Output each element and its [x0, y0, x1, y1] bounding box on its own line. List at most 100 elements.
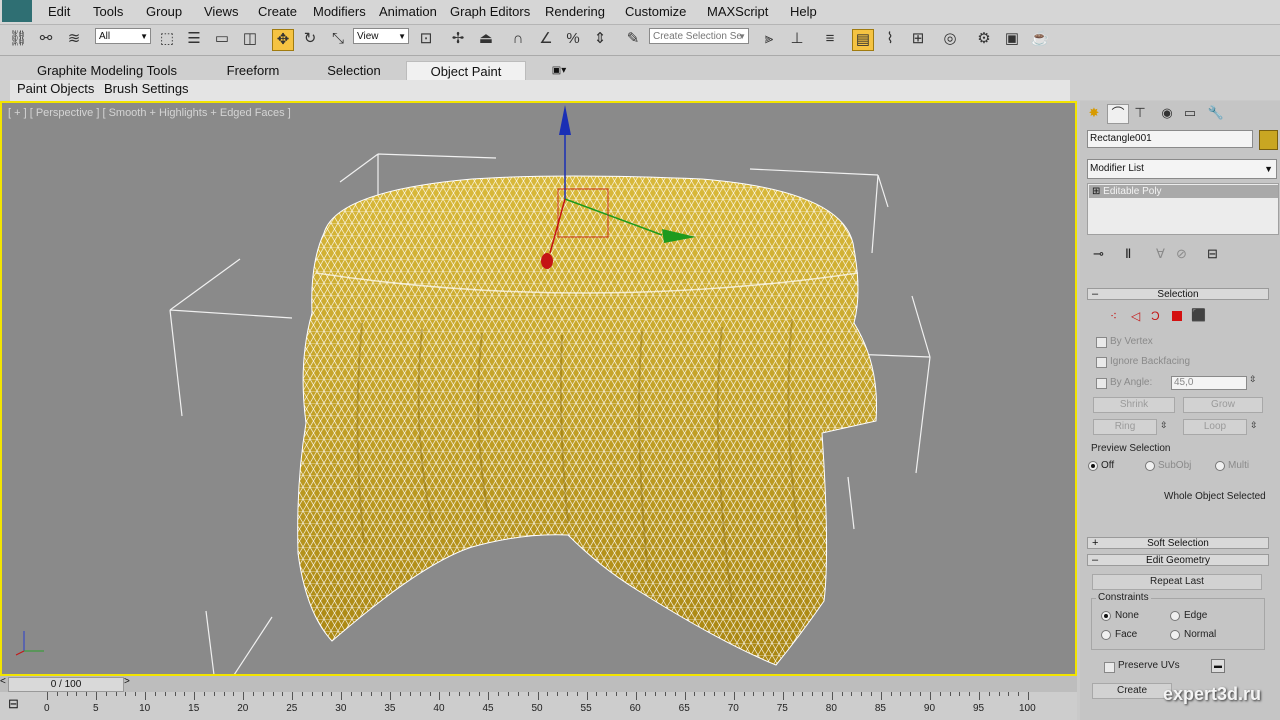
percent-snap-icon[interactable]: %: [563, 29, 583, 49]
loop-spinner-icon[interactable]: ⇳: [1250, 420, 1258, 431]
border-mode-icon[interactable]: Ɔ: [1151, 309, 1160, 323]
edit-named-selection-icon[interactable]: ✎: [623, 29, 643, 49]
expand-icon[interactable]: ⊞: [1092, 186, 1100, 197]
modifier-list-dropdown[interactable]: Modifier List ▼: [1087, 159, 1277, 179]
menu-views[interactable]: Views: [204, 4, 238, 19]
utilities-panel-icon[interactable]: 🔧: [1206, 104, 1226, 122]
menu-graph-editors[interactable]: Graph Editors: [450, 4, 530, 19]
curve-editor-icon[interactable]: ⌇: [880, 29, 900, 49]
modify-panel-icon[interactable]: ⌒: [1107, 104, 1129, 124]
subtab-paint-objects[interactable]: Paint Objects: [17, 81, 94, 96]
object-color-swatch[interactable]: [1259, 130, 1278, 150]
constraint-none-radio[interactable]: [1101, 611, 1111, 621]
prev-frame-button[interactable]: <: [0, 676, 6, 687]
subtab-brush-settings[interactable]: Brush Settings: [104, 81, 189, 96]
window-crossing-icon[interactable]: ◫: [240, 29, 260, 49]
named-selection-dropdown[interactable]: Create Selection Se ▼: [649, 28, 749, 44]
preview-subobj-radio[interactable]: [1145, 461, 1155, 471]
menu-rendering[interactable]: Rendering: [545, 4, 605, 19]
tab-freeform[interactable]: Freeform: [208, 61, 298, 81]
make-unique-icon[interactable]: ∀: [1156, 246, 1165, 262]
ignore-backfacing-checkbox[interactable]: [1096, 357, 1107, 368]
selection-rollout-header[interactable]: – Selection: [1087, 288, 1269, 300]
reference-coord-dropdown[interactable]: View ▼: [353, 28, 409, 44]
shrink-button[interactable]: Shrink: [1093, 397, 1175, 413]
menu-animation[interactable]: Animation: [379, 4, 437, 19]
spinner-arrows-icon[interactable]: ⇳: [1249, 374, 1257, 385]
show-end-result-icon[interactable]: Ⅱ: [1125, 246, 1131, 262]
menu-help[interactable]: Help: [790, 4, 817, 19]
ring-button[interactable]: Ring: [1093, 419, 1157, 435]
unlink-icon[interactable]: ⚯: [36, 29, 56, 49]
object-name-field[interactable]: Rectangle001: [1087, 130, 1253, 148]
tab-selection[interactable]: Selection: [308, 61, 400, 81]
preserve-uvs-settings-icon[interactable]: ▬: [1211, 659, 1225, 673]
mirror-icon[interactable]: ⫸: [759, 29, 779, 49]
stack-item-editable-poly[interactable]: ⊞ Editable Poly: [1089, 185, 1278, 198]
bind-space-warp-icon[interactable]: ≋: [64, 29, 84, 49]
constraint-edge-radio[interactable]: [1170, 611, 1180, 621]
time-slider-thumb[interactable]: 0 / 100: [8, 677, 124, 692]
rectangular-selection-icon[interactable]: ▭: [212, 29, 232, 49]
edge-mode-icon[interactable]: ◁: [1131, 309, 1140, 323]
keyboard-shortcut-override-icon[interactable]: ⏏: [476, 29, 496, 49]
configure-modifier-sets-icon[interactable]: ⊟: [1207, 246, 1218, 262]
spinner-snap-icon[interactable]: ⇕: [590, 29, 610, 49]
constraint-face-radio[interactable]: [1101, 630, 1111, 640]
motion-panel-icon[interactable]: ◉: [1157, 104, 1177, 122]
graphite-toggle-icon[interactable]: ▤: [852, 29, 874, 51]
select-and-rotate-icon[interactable]: ↻: [300, 29, 320, 49]
tab-graphite-modeling-tools[interactable]: Graphite Modeling Tools: [26, 61, 188, 81]
by-angle-checkbox[interactable]: [1096, 378, 1107, 389]
tab-object-paint[interactable]: Object Paint: [406, 61, 526, 82]
menu-modifiers[interactable]: Modifiers: [313, 4, 366, 19]
element-mode-icon[interactable]: ⬛: [1191, 308, 1206, 322]
by-vertex-checkbox[interactable]: [1096, 337, 1107, 348]
ribbon-options-icon[interactable]: ▣▾: [544, 61, 574, 81]
menu-create[interactable]: Create: [258, 4, 297, 19]
material-editor-icon[interactable]: ◎: [940, 29, 960, 49]
select-object-icon[interactable]: ⬚: [157, 29, 177, 49]
snaps-toggle-icon[interactable]: ∩: [508, 29, 528, 49]
repeat-last-button[interactable]: Repeat Last: [1092, 574, 1262, 590]
perspective-viewport[interactable]: [ + ] [ Perspective ] [ Smooth + Highlig…: [0, 101, 1077, 676]
preview-off-radio[interactable]: [1088, 461, 1098, 471]
select-by-name-icon[interactable]: ☰: [184, 29, 204, 49]
select-and-link-icon[interactable]: ⛓: [8, 29, 28, 49]
select-manipulate-icon[interactable]: ✢: [448, 29, 468, 49]
rendered-frame-window-icon[interactable]: ▣: [1002, 29, 1022, 49]
create-panel-icon[interactable]: ✸: [1084, 104, 1104, 122]
render-production-icon[interactable]: ☕: [1030, 29, 1050, 49]
loop-button[interactable]: Loop: [1183, 419, 1247, 435]
menu-maxscript[interactable]: MAXScript: [707, 4, 768, 19]
app-logo-icon[interactable]: [2, 0, 32, 22]
time-slider[interactable]: 0 / 100 < >: [0, 676, 1077, 692]
selection-filter-dropdown[interactable]: All ▼: [95, 28, 151, 44]
schematic-view-icon[interactable]: ⊞: [908, 29, 928, 49]
soft-selection-rollout-header[interactable]: + Soft Selection: [1087, 537, 1269, 549]
grow-button[interactable]: Grow: [1183, 397, 1263, 413]
remove-modifier-icon[interactable]: ⊘: [1176, 246, 1187, 262]
vertex-mode-icon[interactable]: ⁖: [1110, 309, 1117, 323]
layer-manager-icon[interactable]: ≡: [820, 29, 840, 49]
preview-multi-radio[interactable]: [1215, 461, 1225, 471]
render-setup-icon[interactable]: ⚙: [974, 29, 994, 49]
hierarchy-panel-icon[interactable]: ⊤: [1130, 104, 1150, 122]
select-and-move-icon[interactable]: ✥: [272, 29, 294, 51]
align-icon[interactable]: ⊥: [787, 29, 807, 49]
preserve-uvs-checkbox[interactable]: [1104, 662, 1115, 673]
menu-customize[interactable]: Customize: [625, 4, 686, 19]
angle-spinner-field[interactable]: 45,0: [1171, 376, 1247, 390]
polygon-mode-icon[interactable]: [1172, 311, 1182, 321]
display-panel-icon[interactable]: ▭: [1180, 104, 1200, 122]
constraint-normal-radio[interactable]: [1170, 630, 1180, 640]
edit-geometry-rollout-header[interactable]: – Edit Geometry: [1087, 554, 1269, 566]
menu-group[interactable]: Group: [146, 4, 182, 19]
pin-stack-icon[interactable]: ⊸: [1093, 246, 1104, 262]
next-frame-button[interactable]: >: [124, 676, 130, 687]
select-and-scale-icon[interactable]: ⤡: [328, 29, 348, 49]
menu-tools[interactable]: Tools: [93, 4, 123, 19]
create-button[interactable]: Create: [1092, 683, 1172, 699]
track-bar[interactable]: ⊟ 0 5 10 15 20 25 30 35 40 45 50 55 60 65 70 75 80 85 90 95…: [0, 692, 1077, 720]
ring-spinner-icon[interactable]: ⇳: [1160, 420, 1168, 431]
